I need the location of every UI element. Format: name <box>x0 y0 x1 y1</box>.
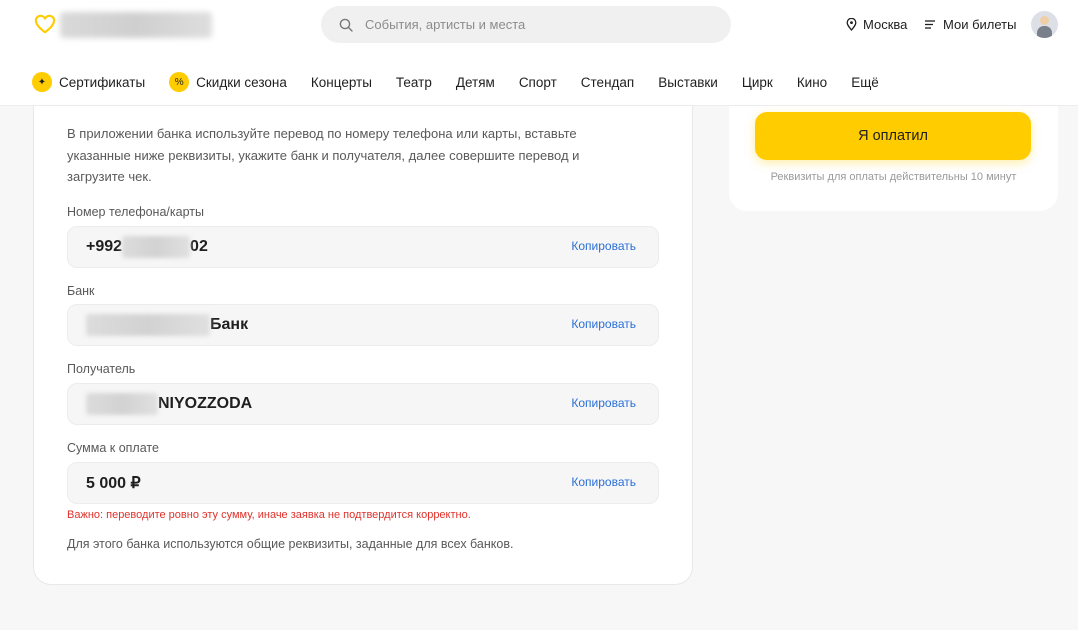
search-icon <box>339 18 353 32</box>
nav-item-circus[interactable]: Цирк <box>742 75 773 90</box>
bank-note: Для этого банка используются общие рекви… <box>67 537 514 551</box>
copy-amount-button[interactable]: Копировать <box>571 475 636 489</box>
copy-bank-button[interactable]: Копировать <box>571 317 636 331</box>
category-nav: ✦ Сертификаты % Скидки сезона Концерты Т… <box>32 72 903 92</box>
sparkle-icon: ✦ <box>32 72 52 92</box>
bank-label: Банк <box>67 284 95 298</box>
validity-note: Реквизиты для оплаты действительны 10 ми… <box>770 171 1017 183</box>
copy-recipient-button[interactable]: Копировать <box>571 396 636 410</box>
amount-value: 5 000 ₽ <box>86 475 141 492</box>
brand-name-blurred <box>60 12 212 38</box>
bank-value: Банк <box>86 314 248 336</box>
site-header: Москва Мои билеты ✦ Сертификаты % Скидки… <box>0 0 1078 106</box>
location-pin-icon <box>846 18 857 31</box>
nav-item-label: Сертификаты <box>59 74 146 90</box>
amount-warning: Важно: переводите ровно эту сумму, иначе… <box>67 509 471 521</box>
nav-item-more[interactable]: Ещё <box>851 75 879 90</box>
nav-item-concerts[interactable]: Концерты <box>311 75 372 90</box>
payment-card: В приложении банка используйте перевод п… <box>33 70 693 585</box>
redacted-blur <box>122 236 191 258</box>
nav-item-cinema[interactable]: Кино <box>797 75 827 90</box>
nav-item-theatre[interactable]: Театр <box>396 75 432 90</box>
nav-item-standup[interactable]: Стендап <box>581 75 634 90</box>
phone-value: +992 02 <box>86 236 208 258</box>
recipient-value: NIYOZZODA <box>86 393 252 415</box>
city-label: Москва <box>863 17 908 32</box>
heart-logo-icon[interactable] <box>34 14 56 34</box>
nav-item-sport[interactable]: Спорт <box>519 75 557 90</box>
recipient-label: Получатель <box>67 362 136 376</box>
recipient-field: NIYOZZODA Копировать <box>67 383 659 425</box>
copy-phone-button[interactable]: Копировать <box>571 239 636 253</box>
menu-lines-icon <box>925 20 935 29</box>
my-tickets-label: Мои билеты <box>943 17 1017 32</box>
amount-label: Сумма к оплате <box>67 441 159 455</box>
avatar-body <box>1037 26 1052 38</box>
city-selector[interactable]: Москва <box>846 17 907 32</box>
nav-item-certificates[interactable]: ✦ Сертификаты <box>32 72 145 92</box>
nav-item-season-discounts[interactable]: % Скидки сезона <box>169 72 287 92</box>
amount-field: 5 000 ₽ Копировать <box>67 462 659 504</box>
nav-item-label: Скидки сезона <box>196 74 287 90</box>
phone-label: Номер телефона/карты <box>67 205 204 219</box>
search-input[interactable] <box>365 17 705 32</box>
payment-instructions: В приложении банка используйте перевод п… <box>67 126 580 184</box>
redacted-blur <box>86 314 210 336</box>
redacted-blur <box>86 393 158 415</box>
nav-item-exhibitions[interactable]: Выставки <box>658 75 718 90</box>
paid-button[interactable]: Я оплатил <box>755 112 1031 160</box>
nav-item-kids[interactable]: Детям <box>456 75 495 90</box>
avatar[interactable] <box>1031 11 1058 38</box>
my-tickets-link[interactable]: Мои билеты <box>925 17 1016 32</box>
bank-field: Банк Копировать <box>67 304 659 346</box>
phone-field: +992 02 Копировать <box>67 226 659 268</box>
percent-icon: % <box>169 72 190 92</box>
search-bar[interactable] <box>321 6 731 43</box>
avatar-head <box>1040 16 1049 25</box>
